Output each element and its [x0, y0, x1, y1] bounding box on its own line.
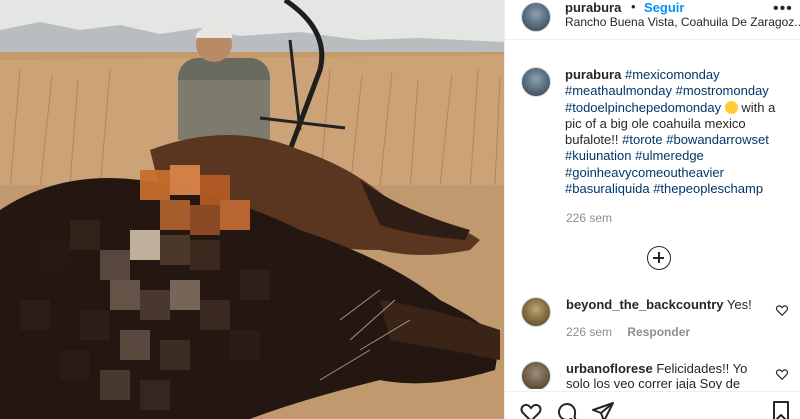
hashtag[interactable]: #torote [622, 132, 662, 147]
comment-meta: 226 sem Responder [566, 325, 690, 339]
commenter-avatar[interactable] [521, 297, 551, 327]
more-icon[interactable]: ••• [773, 0, 793, 18]
hashtag[interactable]: #mostromonday [676, 83, 769, 98]
commenter-avatar[interactable] [521, 361, 551, 389]
comment-timestamp[interactable]: 226 sem [566, 325, 612, 339]
hashtag[interactable]: #ulmeredge [635, 148, 704, 163]
hashtag[interactable]: #todoelpinchepedomonday [565, 100, 721, 115]
hunting-photo-illustration [0, 0, 504, 419]
heart-icon[interactable] [775, 303, 789, 317]
post-actions-bar [505, 391, 800, 419]
laughing-emoji-icon [724, 100, 738, 114]
hashtag[interactable]: #bowandarrowset [666, 132, 769, 147]
comment-item: urbanoflorese Felicidades!! Yo solo los … [505, 361, 800, 389]
post-location[interactable]: Rancho Buena Vista, Coahuila De Zaragoz.… [565, 15, 800, 29]
comment-username[interactable]: urbanoflorese [566, 361, 653, 376]
hashtag[interactable]: #goinheavycomeoutheavier [565, 165, 724, 180]
comment-text: beyond_the_backcountry Yes! [566, 297, 766, 313]
author-username[interactable]: purabura [565, 0, 621, 15]
comment-username[interactable]: beyond_the_backcountry [566, 297, 724, 312]
heart-icon[interactable] [775, 367, 789, 381]
hashtag[interactable]: #kuiunation [565, 148, 632, 163]
follow-button[interactable]: Seguir [644, 0, 684, 15]
post-photo[interactable] [0, 0, 504, 419]
post-side-panel: purabura • Seguir Rancho Buena Vista, Co… [504, 0, 800, 419]
plus-circle-icon[interactable] [647, 246, 671, 270]
hashtag[interactable]: #meathaulmonday [565, 83, 672, 98]
comment-text: urbanoflorese Felicidades!! Yo solo los … [566, 361, 766, 389]
comment-body: Yes! [726, 297, 752, 312]
comment-icon[interactable] [555, 400, 579, 419]
caption-author-avatar[interactable] [521, 67, 551, 97]
caption-timestamp[interactable]: 226 sem [566, 211, 612, 225]
hashtag[interactable]: #mexicomonday [625, 67, 720, 82]
reply-button[interactable]: Responder [627, 325, 690, 339]
share-icon[interactable] [591, 400, 615, 419]
hashtag[interactable]: #basuraliquida [565, 181, 650, 196]
hashtag[interactable]: #thepeopleschamp [653, 181, 763, 196]
heart-icon[interactable] [519, 400, 543, 419]
post-caption: purabura #mexicomonday #meathaulmonday #… [565, 67, 787, 197]
separator-dot: • [631, 0, 636, 14]
bookmark-icon[interactable] [769, 400, 793, 419]
post-header: purabura • Seguir Rancho Buena Vista, Co… [505, 0, 800, 40]
caption-username[interactable]: purabura [565, 67, 621, 82]
author-avatar[interactable] [521, 2, 551, 32]
